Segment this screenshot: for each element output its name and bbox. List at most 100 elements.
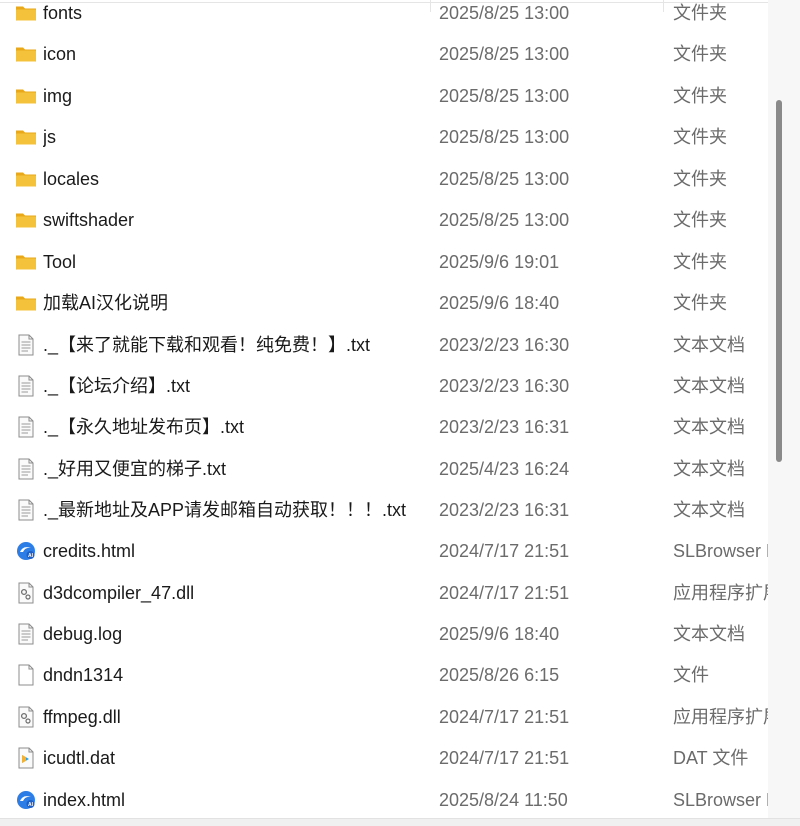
file-modified-date: 2025/8/25 13:00	[439, 169, 570, 189]
file-row[interactable]: dndn1314 2025/8/26 6:15 文件	[0, 655, 768, 695]
file-modified-date: 2023/2/23 16:31	[439, 500, 570, 520]
file-name: dndn1314	[43, 665, 124, 685]
file-type: 文本文档	[673, 459, 745, 479]
file-modified-date: 2025/8/26 6:15	[439, 665, 560, 685]
svg-text:AI: AI	[28, 553, 34, 559]
file-name: icudtl.dat	[43, 748, 116, 768]
file-modified-date: 2025/8/25 13:00	[439, 127, 570, 147]
folder-icon	[15, 209, 37, 231]
dat-media-icon	[15, 747, 37, 769]
file-modified-date: 2024/7/17 21:51	[439, 541, 570, 561]
file-name: Tool	[43, 252, 77, 272]
text-document-icon	[15, 623, 37, 645]
folder-icon	[15, 85, 37, 107]
file-type: SLBrowser HTML	[673, 541, 768, 561]
file-row[interactable]: swiftshader 2025/8/25 13:00 文件夹	[0, 200, 768, 240]
file-type: 文本文档	[673, 376, 745, 396]
file-name: ._【来了就能下载和观看！纯免费！】.txt	[43, 335, 371, 355]
file-modified-date: 2024/7/17 21:51	[439, 583, 570, 603]
file-type: 文本文档	[673, 624, 745, 644]
file-type: DAT 文件	[673, 748, 749, 768]
file-type: 文件夹	[673, 169, 727, 189]
file-name: index.html	[43, 790, 126, 810]
file-row[interactable]: fonts 2025/8/25 13:00 文件夹	[0, 0, 768, 33]
file-explorer-window: fonts 2025/8/25 13:00 文件夹 icon 2025/8/25 13…	[0, 0, 800, 826]
blank-file-icon	[15, 664, 37, 686]
file-name: ._【永久地址发布页】.txt	[43, 417, 245, 437]
file-modified-date: 2023/2/23 16:31	[439, 417, 570, 437]
text-document-icon	[15, 458, 37, 480]
file-modified-date: 2024/7/17 21:51	[439, 748, 570, 768]
file-name: js	[43, 127, 56, 147]
file-type: 应用程序扩展	[673, 583, 768, 603]
file-type: 文本文档	[673, 335, 745, 355]
file-name: ._好用又便宜的梯子.txt	[43, 459, 227, 479]
file-name: ._最新地址及APP请发邮箱自动获取！！！.txt	[43, 500, 407, 520]
file-name: swiftshader	[43, 210, 135, 230]
browser-html-icon: AI	[15, 789, 37, 811]
file-name: d3dcompiler_47.dll	[43, 583, 195, 603]
file-type: 文件夹	[673, 3, 727, 23]
text-document-icon	[15, 334, 37, 356]
folder-icon	[15, 126, 37, 148]
folder-icon	[15, 168, 37, 190]
folder-icon	[15, 2, 37, 24]
file-name: ._【论坛介绍】.txt	[43, 376, 191, 396]
file-row[interactable]: ._【来了就能下载和观看！纯免费！】.txt 2023/2/23 16:30 文本文…	[0, 325, 768, 365]
file-type: 文件夹	[673, 86, 727, 106]
file-modified-date: 2023/2/23 16:30	[439, 376, 570, 396]
file-modified-date: 2025/8/25 13:00	[439, 44, 570, 64]
text-document-icon	[15, 375, 37, 397]
file-row[interactable]: debug.log 2025/9/6 18:40 文本文档	[0, 614, 768, 654]
file-name: ffmpeg.dll	[43, 707, 121, 727]
file-modified-date: 2024/7/17 21:51	[439, 707, 570, 727]
file-type: 文件夹	[673, 252, 727, 272]
text-document-icon	[15, 416, 37, 438]
file-modified-date: 2023/2/23 16:30	[439, 335, 570, 355]
file-row[interactable]: AI credits.html 2024/7/17 21:51 SLBrowser …	[0, 531, 768, 571]
vertical-scrollbar[interactable]	[768, 0, 800, 826]
file-modified-date: 2025/9/6 18:40	[439, 293, 560, 313]
file-modified-date: 2025/4/23 16:24	[439, 459, 570, 479]
scrollbar-thumb[interactable]	[776, 100, 782, 462]
file-type: 文件夹	[673, 44, 727, 64]
file-type: 文本文档	[673, 417, 745, 437]
file-name: 加载AI汉化说明	[43, 293, 169, 313]
file-row[interactable]: ._好用又便宜的梯子.txt 2025/4/23 16:24 文本文档	[0, 449, 768, 489]
file-row[interactable]: ffmpeg.dll 2024/7/17 21:51 应用程序扩展	[0, 697, 768, 737]
folder-icon	[15, 251, 37, 273]
file-row[interactable]: icudtl.dat 2024/7/17 21:51 DAT 文件	[0, 738, 768, 778]
file-row[interactable]: ._【论坛介绍】.txt 2023/2/23 16:30 文本文档	[0, 366, 768, 406]
file-row[interactable]: d3dcompiler_47.dll 2024/7/17 21:51 应用程序扩展	[0, 573, 768, 613]
file-type: SLBrowser HTML	[673, 790, 768, 810]
text-document-icon	[15, 499, 37, 521]
file-row[interactable]: AI index.html 2025/8/24 11:50 SLBrowser HT…	[0, 780, 768, 820]
file-name: img	[43, 86, 73, 106]
file-row[interactable]: icon 2025/8/25 13:00 文件夹	[0, 34, 768, 74]
file-row[interactable]: ._最新地址及APP请发邮箱自动获取！！！.txt 2023/2/23 16:31…	[0, 490, 768, 530]
svg-text:AI: AI	[28, 802, 34, 808]
folder-icon	[15, 43, 37, 65]
file-type: 文件夹	[673, 210, 727, 230]
file-row[interactable]: js 2025/8/25 13:00 文件夹	[0, 117, 768, 157]
file-row[interactable]: img 2025/8/25 13:00 文件夹	[0, 76, 768, 116]
folder-icon	[15, 292, 37, 314]
file-name: fonts	[43, 3, 83, 23]
dll-gear-icon	[15, 706, 37, 728]
file-name: locales	[43, 169, 100, 189]
file-type: 文本文档	[673, 500, 745, 520]
file-type: 文件夹	[673, 293, 727, 313]
dll-gear-icon	[15, 582, 37, 604]
file-modified-date: 2025/8/25 13:00	[439, 210, 570, 230]
file-modified-date: 2025/9/6 19:01	[439, 252, 560, 272]
file-row[interactable]: Tool 2025/9/6 19:01 文件夹	[0, 242, 768, 282]
file-type: 文件夹	[673, 127, 727, 147]
horizontal-scrollbar[interactable]	[0, 818, 800, 826]
file-modified-date: 2025/9/6 18:40	[439, 624, 560, 644]
file-row[interactable]: ._【永久地址发布页】.txt 2023/2/23 16:31 文本文档	[0, 407, 768, 447]
file-row[interactable]: 加载AI汉化说明 2025/9/6 18:40 文件夹	[0, 283, 768, 323]
file-row[interactable]: locales 2025/8/25 13:00 文件夹	[0, 159, 768, 199]
browser-html-icon: AI	[15, 540, 37, 562]
file-type: 应用程序扩展	[673, 707, 768, 727]
file-name: icon	[43, 44, 77, 64]
